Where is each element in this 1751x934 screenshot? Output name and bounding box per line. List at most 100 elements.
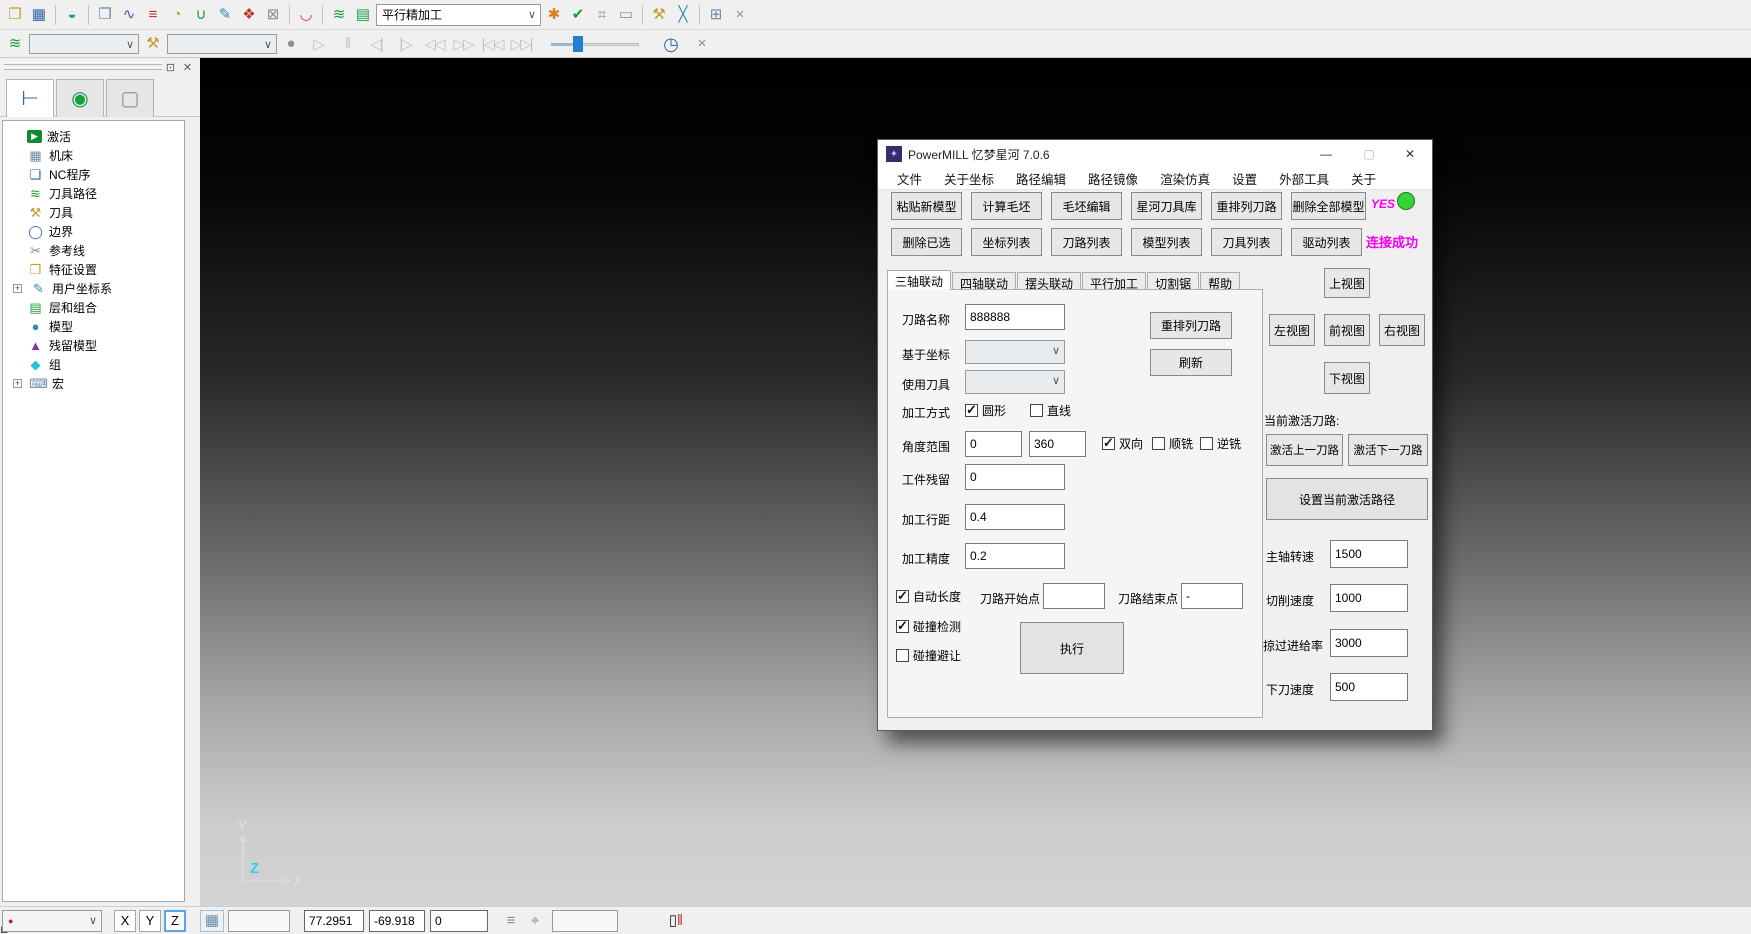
tab-swivel-head[interactable]: 摆头联动 — [1017, 272, 1081, 290]
ruler-icon[interactable]: ▭ — [615, 4, 637, 26]
tree-item-models[interactable]: ● 模型 — [3, 317, 184, 336]
library-icon[interactable]: ⊞ — [705, 4, 727, 26]
graphics-viewport[interactable]: Y X Z ✦ PowerMILL 忆梦星河 7.0.6 — ▢ ✕ 文件 关于… — [200, 58, 1751, 906]
toolpath-list-button[interactable]: 刀路列表 — [1051, 228, 1122, 256]
play-button[interactable]: ▷ — [305, 35, 331, 53]
open-file-icon[interactable]: ❐ — [4, 4, 26, 26]
menu-about[interactable]: 关于 — [1340, 169, 1387, 188]
axis-y-button[interactable]: Y — [139, 910, 161, 932]
tree-item-feature-sets[interactable]: ❒ 特征设置 — [3, 260, 184, 279]
view-top-button[interactable]: 上视图 — [1324, 268, 1370, 298]
spindle-speed-input[interactable] — [1330, 540, 1408, 568]
checkbox[interactable] — [1200, 437, 1213, 450]
paste-new-model-button[interactable]: 粘贴新模型 — [891, 192, 962, 220]
toolpath-spring-icon[interactable]: ≋ — [328, 4, 350, 26]
refresh-button[interactable]: 刷新 — [1150, 349, 1232, 376]
tree-item-machine-tool[interactable]: ▦ 机床 — [3, 146, 184, 165]
angle-to-input[interactable] — [1029, 431, 1086, 457]
tab-cutting-saw[interactable]: 切割锯 — [1147, 272, 1199, 290]
tool-verify-icon[interactable]: ✔ — [567, 4, 589, 26]
menu-render-sim[interactable]: 渲染仿真 — [1149, 169, 1221, 188]
slider-handle[interactable] — [573, 36, 583, 52]
calc-block-button[interactable]: 计算毛坯 — [971, 192, 1042, 220]
tab-4axis[interactable]: 四轴联动 — [952, 272, 1016, 290]
activate-next-toolpath-button[interactable]: 激活下一刀路 — [1348, 434, 1428, 466]
tree-item-nc-programs[interactable]: ❏ NC程序 — [3, 165, 184, 184]
tree-item-macros[interactable]: + ⌨ 宏 — [3, 374, 184, 393]
fast-forward-button[interactable]: ▷▷ — [450, 35, 476, 53]
tree-item-workplanes[interactable]: + ✎ 用户坐标系 — [3, 279, 184, 298]
collision-avoid-checkbox[interactable]: 碰撞避让 — [896, 647, 961, 664]
collision-check-checkbox[interactable]: 碰撞检测 — [896, 618, 961, 635]
sim-toolpath-combo[interactable]: ∨ — [29, 34, 139, 54]
tree-item-groups[interactable]: ◆ 组 — [3, 355, 184, 374]
lightbulb-icon[interactable]: ● — [280, 33, 302, 55]
axis-z-button[interactable]: Z — [164, 910, 186, 932]
checkbox[interactable] — [1030, 404, 1043, 417]
dock-restore-button[interactable]: ⊡ — [163, 60, 178, 74]
set-active-path-button[interactable]: 设置当前激活路径 — [1266, 478, 1428, 520]
toolbar-close-icon[interactable]: × — [729, 4, 751, 26]
clock-icon[interactable]: ◷ — [660, 33, 682, 55]
checkbox[interactable] — [1102, 437, 1115, 450]
model-list-button[interactable]: 模型列表 — [1131, 228, 1202, 256]
block-icon[interactable]: ◒ — [61, 4, 83, 26]
checkbox[interactable] — [965, 404, 978, 417]
save-icon[interactable]: ▦ — [28, 4, 50, 26]
mode-circle-checkbox[interactable]: 圆形 — [965, 402, 1006, 419]
skim-feed-input[interactable] — [1330, 629, 1408, 657]
tab-explorer-tree[interactable]: ⊢ — [6, 79, 54, 117]
checkbox[interactable] — [896, 620, 909, 633]
stock-remain-input[interactable] — [965, 464, 1065, 490]
grid-size-field[interactable] — [228, 910, 290, 932]
view-bottom-button[interactable]: 下视图 — [1324, 362, 1370, 394]
dock-close-button[interactable]: ✕ — [180, 60, 195, 74]
simulate-icon[interactable]: ◡ — [295, 4, 317, 26]
checkbox[interactable] — [896, 649, 909, 662]
strategy-list-icon[interactable]: ▤ — [352, 4, 374, 26]
calculator-icon[interactable]: ⌗ — [591, 4, 613, 26]
checkbox[interactable] — [1152, 437, 1165, 450]
pattern-icon[interactable]: ❖ — [238, 4, 260, 26]
use-tool-combo[interactable]: ∨ — [965, 370, 1065, 394]
base-coord-combo[interactable]: ∨ — [965, 340, 1065, 364]
tree-item-boundaries[interactable]: ◯ 边界 — [3, 222, 184, 241]
tolerance-input[interactable] — [965, 543, 1065, 569]
menu-coords[interactable]: 关于坐标 — [933, 169, 1005, 188]
coordinate-list-icon[interactable]: ≡ — [500, 910, 522, 932]
simulation-speed-slider[interactable] — [551, 35, 639, 53]
conventional-mill-checkbox[interactable]: 逆铣 — [1200, 435, 1241, 452]
machining-preset-combo[interactable]: 平行精加工 ∨ — [376, 4, 541, 26]
climb-mill-checkbox[interactable]: 顺铣 — [1152, 435, 1193, 452]
go-to-end-button[interactable]: ▷▷| — [508, 35, 534, 53]
menu-path-mirror[interactable]: 路径镜像 — [1077, 169, 1149, 188]
tree-item-tools[interactable]: ⚒ 刀具 — [3, 203, 184, 222]
dir-both-checkbox[interactable]: 双向 — [1102, 435, 1143, 452]
pause-button[interactable]: ‖ — [334, 35, 360, 52]
expand-icon[interactable]: + — [13, 284, 22, 293]
start-point-input[interactable] — [1043, 583, 1105, 609]
sim-toolbar-close-icon[interactable]: × — [691, 33, 713, 55]
mode-line-checkbox[interactable]: 直线 — [1030, 402, 1071, 419]
angle-from-input[interactable] — [965, 431, 1022, 457]
plunge-feed-input[interactable] — [1330, 673, 1408, 701]
auto-length-checkbox[interactable]: 自动长度 — [896, 588, 961, 605]
tree-item-toolpaths[interactable]: ≋ 刀具路径 — [3, 184, 184, 203]
maximize-button[interactable]: ▢ — [1349, 140, 1389, 168]
step-back-button[interactable]: ◁| — [363, 35, 389, 53]
expand-icon[interactable]: + — [13, 379, 22, 388]
sim-tool-combo[interactable]: ∨ — [167, 34, 277, 54]
step-forward-button[interactable]: |▷ — [392, 35, 418, 53]
drive-list-button[interactable]: 驱动列表 — [1291, 228, 1362, 256]
tree-item-activate[interactable]: ▶ 激活 — [3, 127, 184, 146]
tool-burst-icon[interactable]: ✱ — [543, 4, 565, 26]
cutting-feed-input[interactable] — [1330, 584, 1408, 612]
tool-list-button[interactable]: 刀具列表 — [1211, 228, 1282, 256]
checkbox[interactable] — [896, 590, 909, 603]
tool-library-button[interactable]: 星河刀具库 — [1131, 192, 1202, 220]
view-front-button[interactable]: 前视图 — [1324, 314, 1370, 346]
feeds-icon[interactable]: ≡ — [142, 4, 164, 26]
delete-selected-button[interactable]: 删除已选 — [891, 228, 962, 256]
menu-ext-tools[interactable]: 外部工具 — [1268, 169, 1340, 188]
status-combo[interactable]: ● ∨ — [2, 910, 102, 932]
